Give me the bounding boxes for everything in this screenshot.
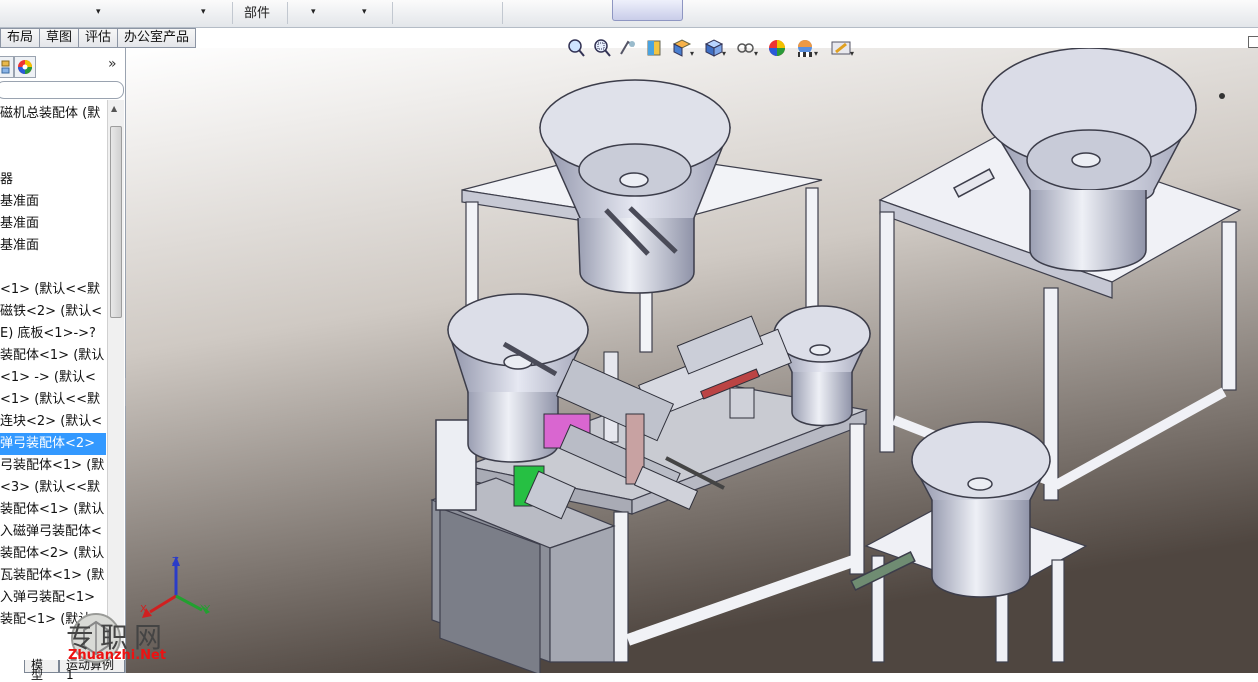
tab-layout[interactable]: 布局 (0, 28, 41, 48)
zoom-to-fit-icon[interactable] (566, 36, 586, 60)
svg-text:▾: ▾ (722, 49, 726, 58)
command-manager-tabs: 布局 草图 评估 办公室产品 (0, 28, 197, 48)
tab-office-products[interactable]: 办公室产品 (118, 28, 197, 48)
parts-menu[interactable]: 部件 (244, 2, 270, 21)
toolbar-divider (502, 2, 503, 24)
toolbar-dropdown-2[interactable]: ▾ (201, 0, 206, 24)
view-orientation-icon[interactable]: ▾ (670, 36, 696, 60)
view-settings-icon[interactable]: ▾ (828, 36, 858, 60)
tree-item[interactable]: E) 底板<1>->? (0, 323, 106, 345)
appearance-icon (18, 60, 32, 74)
toolbar-active-button[interactable] (612, 0, 683, 21)
tree-item[interactable]: 瓦装配体<1> (默 (0, 565, 106, 587)
filter-input[interactable] (0, 81, 124, 99)
tree-item[interactable]: 基准面 (0, 235, 106, 257)
graphics-viewport[interactable]: Z X Y (126, 48, 1258, 673)
tree-item[interactable]: 器 (0, 169, 106, 191)
hide-show-items-icon[interactable]: ▾ (734, 36, 760, 60)
tab-appearance[interactable] (14, 56, 36, 78)
zoom-to-area-icon[interactable] (592, 36, 612, 60)
assembly-3d-view: Z X Y (126, 48, 1258, 673)
tree-item[interactable] (0, 125, 106, 147)
tree-item[interactable]: 基准面 (0, 213, 106, 235)
svg-text:▾: ▾ (814, 49, 818, 58)
tree-item[interactable]: 装配体<2> (默认 (0, 543, 106, 565)
tree-item[interactable]: <3> (默认<<默 (0, 477, 106, 499)
tree-item[interactable]: 弹弓装配体<2> (0, 433, 106, 455)
apply-scene-icon[interactable]: ▾ (794, 36, 822, 60)
tree-item[interactable] (0, 147, 106, 169)
edit-appearance-icon[interactable] (766, 36, 788, 60)
previous-view-icon[interactable] (618, 36, 638, 60)
tree-item[interactable]: 磁机总装配体 (默 (0, 103, 106, 125)
tree-item[interactable]: 磁铁<2> (默认< (0, 301, 106, 323)
svg-text:▾: ▾ (690, 49, 694, 58)
tree-item[interactable]: 连块<2> (默认< (0, 411, 106, 433)
tree-item[interactable]: 入弹弓装配<1> (0, 587, 106, 609)
tree-item[interactable]: <1> -> (默认< (0, 367, 106, 389)
tree-item[interactable] (0, 257, 106, 279)
tab-evaluate[interactable]: 评估 (79, 28, 119, 48)
viewport-restore-icon[interactable] (1248, 36, 1258, 48)
toolbar-dropdown-4[interactable]: ▾ (362, 0, 367, 24)
toolbar-divider (232, 2, 233, 24)
feature-tree: 磁机总装配体 (默器基准面 基准面 基准面 <1> (默认<<默 磁铁<2> (默认< E… (0, 103, 106, 643)
heads-up-view-toolbar: ▾ ▾ ▾ ▾ ▾ (566, 36, 858, 62)
panel-tabs: » (0, 56, 125, 78)
top-toolbar: ▾ ▾ 部件 ▾ ▾ (0, 0, 1258, 28)
tree-item[interactable]: 基准面 (0, 191, 106, 213)
section-view-icon[interactable] (644, 36, 664, 60)
tree-item[interactable]: <1> (默认<<默 (0, 389, 106, 411)
feature-tree-icon (1, 60, 10, 74)
toolbar-dropdown-3[interactable]: ▾ (311, 0, 316, 24)
svg-text:▾: ▾ (850, 49, 854, 58)
svg-text:▾: ▾ (754, 49, 758, 58)
tree-item[interactable]: 装配体<1> (默认 (0, 345, 106, 367)
tree-item[interactable]: 装配体<1> (默认 (0, 499, 106, 521)
toolbar-divider (287, 2, 288, 24)
scroll-up-arrow-icon[interactable]: ▲ (111, 104, 117, 113)
tab-feature-tree[interactable] (0, 56, 14, 78)
toolbar-divider (392, 2, 393, 24)
tree-scrollbar-thumb[interactable] (110, 126, 122, 318)
tab-sketch[interactable]: 草图 (40, 28, 80, 48)
display-style-icon[interactable]: ▾ (702, 36, 728, 60)
tree-item[interactable]: <1> (默认<<默 (0, 279, 106, 301)
expand-panel-button[interactable]: » (108, 56, 117, 72)
feature-manager-panel: » 磁机总装配体 (默器基准面 基准面 基准面 <1> (默认<<默 磁铁<2> (默认… (0, 48, 133, 681)
tree-item[interactable]: 入磁弹弓装配体< (0, 521, 106, 543)
view-origin-marker (1219, 93, 1225, 99)
triad-z-label: Z (172, 556, 179, 567)
tree-item[interactable]: 弓装配体<1> (默 (0, 455, 106, 477)
watermark-url: Zhuanzhi.Net (68, 648, 167, 663)
triad-y-label: Y (203, 604, 211, 615)
toolbar-dropdown-1[interactable]: ▾ (96, 0, 101, 24)
